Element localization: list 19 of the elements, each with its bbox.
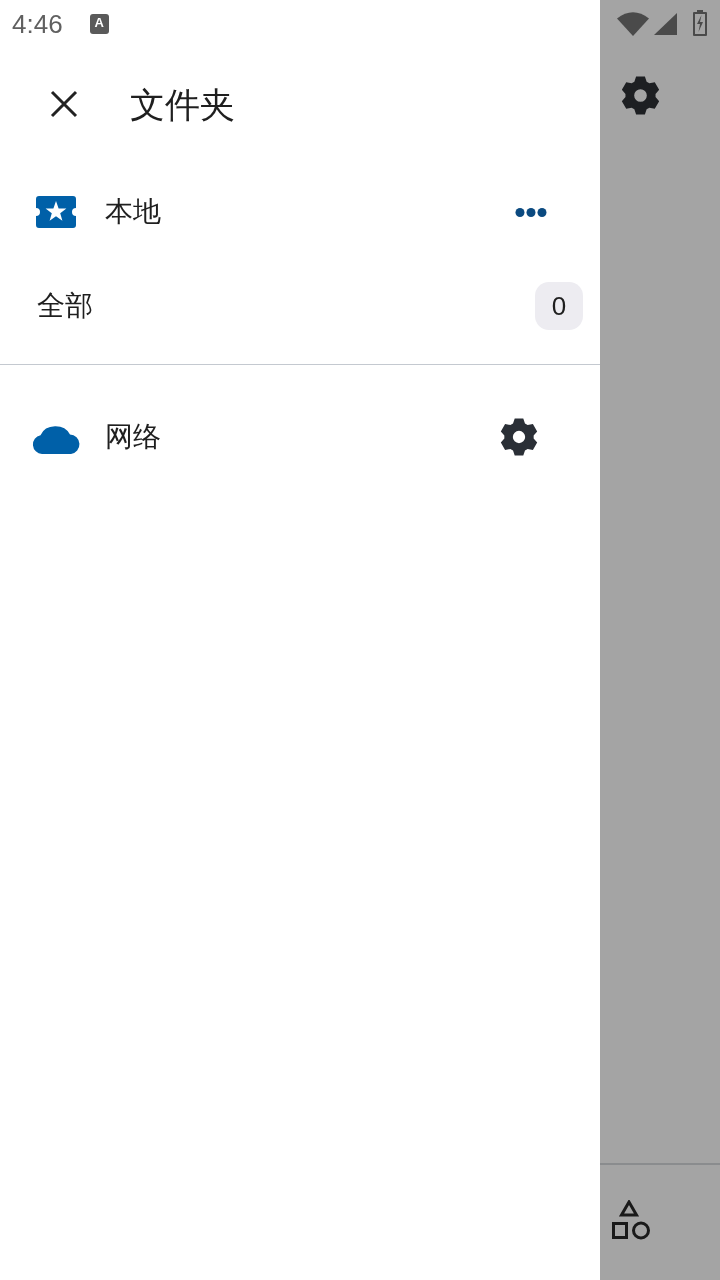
signal-icon <box>654 13 677 35</box>
ticket-star-icon <box>36 196 76 228</box>
shapes-icon <box>612 1200 651 1241</box>
section-title: 网络 <box>105 423 161 451</box>
wifi-icon <box>617 12 649 36</box>
more-button[interactable] <box>515 206 547 218</box>
more-icon <box>515 206 547 218</box>
battery-charging-icon <box>693 10 707 36</box>
settings-icon <box>500 418 538 456</box>
drawer-title: 文件夹 <box>130 86 235 122</box>
settings-button[interactable] <box>500 418 538 456</box>
close-button[interactable] <box>50 90 78 118</box>
settings-icon <box>621 76 660 115</box>
folder-item[interactable]: 全部 <box>37 292 93 320</box>
input-method-icon: A <box>89 14 109 34</box>
clock-time: 4:46 <box>12 11 63 37</box>
count-badge: 0 <box>535 282 583 330</box>
close-icon <box>50 90 78 118</box>
section-title: 本地 <box>105 198 161 226</box>
